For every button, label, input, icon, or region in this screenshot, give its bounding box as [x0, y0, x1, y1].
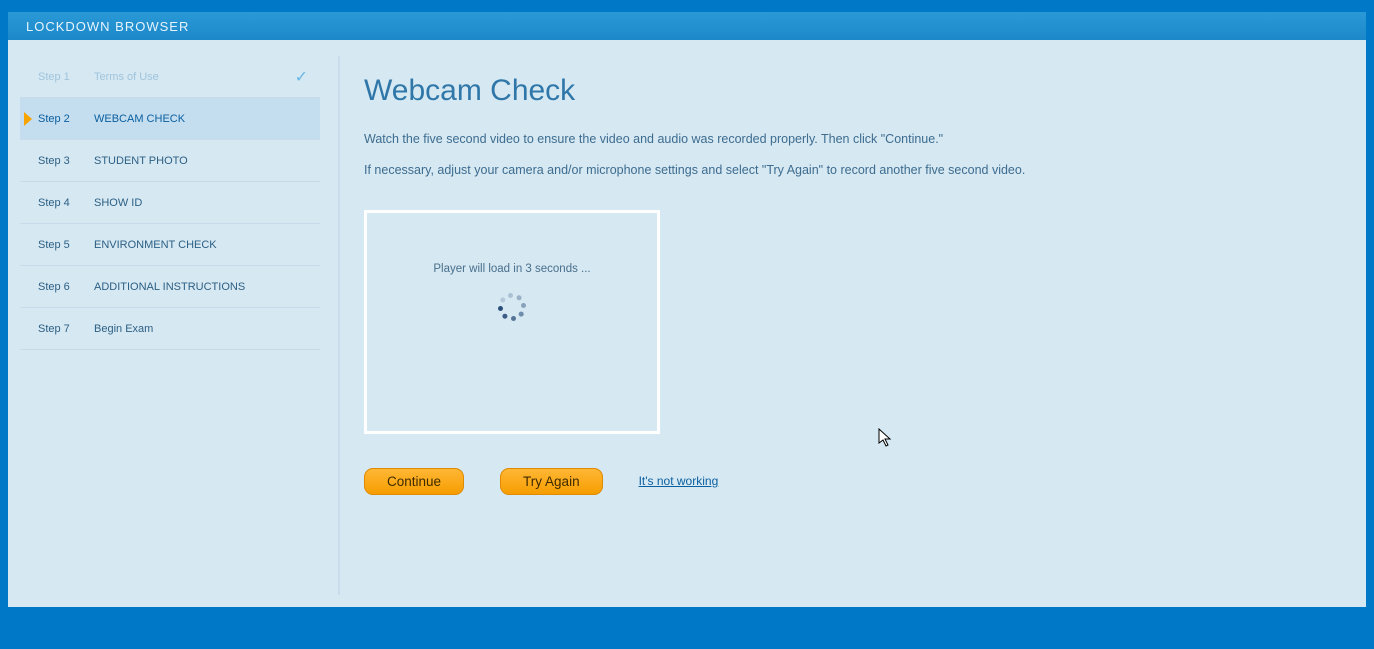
main-panel: Webcam Check Watch the five second video… — [338, 56, 1354, 595]
step-label: Terms of Use — [94, 71, 159, 83]
instruction-text-1: Watch the five second video to ensure th… — [364, 130, 1334, 149]
step-label: WEBCAM CHECK — [94, 113, 185, 125]
app-frame: LOCKDOWN BROWSER Step 1 Terms of Use ✓ S… — [8, 12, 1366, 607]
player-loading-message: Player will load in 3 seconds ... — [433, 263, 590, 275]
loading-spinner-icon — [498, 293, 526, 321]
step-number: Step 2 — [38, 113, 94, 125]
sidebar-step-2[interactable]: Step 2 WEBCAM CHECK — [20, 98, 320, 140]
sidebar-step-7[interactable]: Step 7 Begin Exam — [20, 308, 320, 350]
step-label: STUDENT PHOTO — [94, 155, 188, 167]
instruction-text-2: If necessary, adjust your camera and/or … — [364, 161, 1334, 180]
step-number: Step 3 — [38, 155, 94, 167]
video-player: Player will load in 3 seconds ... — [364, 210, 660, 434]
step-number: Step 6 — [38, 281, 94, 293]
try-again-button[interactable]: Try Again — [500, 468, 603, 495]
sidebar-step-4[interactable]: Step 4 SHOW ID — [20, 182, 320, 224]
step-number: Step 5 — [38, 239, 94, 251]
step-label: ADDITIONAL INSTRUCTIONS — [94, 281, 245, 293]
step-number: Step 1 — [38, 71, 94, 83]
sidebar: Step 1 Terms of Use ✓ Step 2 WEBCAM CHEC… — [20, 56, 320, 595]
step-label: Begin Exam — [94, 323, 153, 335]
step-label: SHOW ID — [94, 197, 142, 209]
sidebar-step-1[interactable]: Step 1 Terms of Use ✓ — [20, 56, 320, 98]
titlebar: LOCKDOWN BROWSER — [8, 12, 1366, 40]
app-title: LOCKDOWN BROWSER — [26, 19, 189, 34]
workspace: Step 1 Terms of Use ✓ Step 2 WEBCAM CHEC… — [8, 40, 1366, 607]
sidebar-step-5[interactable]: Step 5 ENVIRONMENT CHECK — [20, 224, 320, 266]
sidebar-step-3[interactable]: Step 3 STUDENT PHOTO — [20, 140, 320, 182]
not-working-link[interactable]: It's not working — [639, 474, 719, 488]
step-label: ENVIRONMENT CHECK — [94, 239, 217, 251]
continue-button[interactable]: Continue — [364, 468, 464, 495]
step-number: Step 7 — [38, 323, 94, 335]
sidebar-step-6[interactable]: Step 6 ADDITIONAL INSTRUCTIONS — [20, 266, 320, 308]
checkmark-icon: ✓ — [295, 67, 308, 87]
button-row: Continue Try Again It's not working — [364, 468, 1334, 495]
step-number: Step 4 — [38, 197, 94, 209]
page-title: Webcam Check — [364, 74, 1334, 108]
